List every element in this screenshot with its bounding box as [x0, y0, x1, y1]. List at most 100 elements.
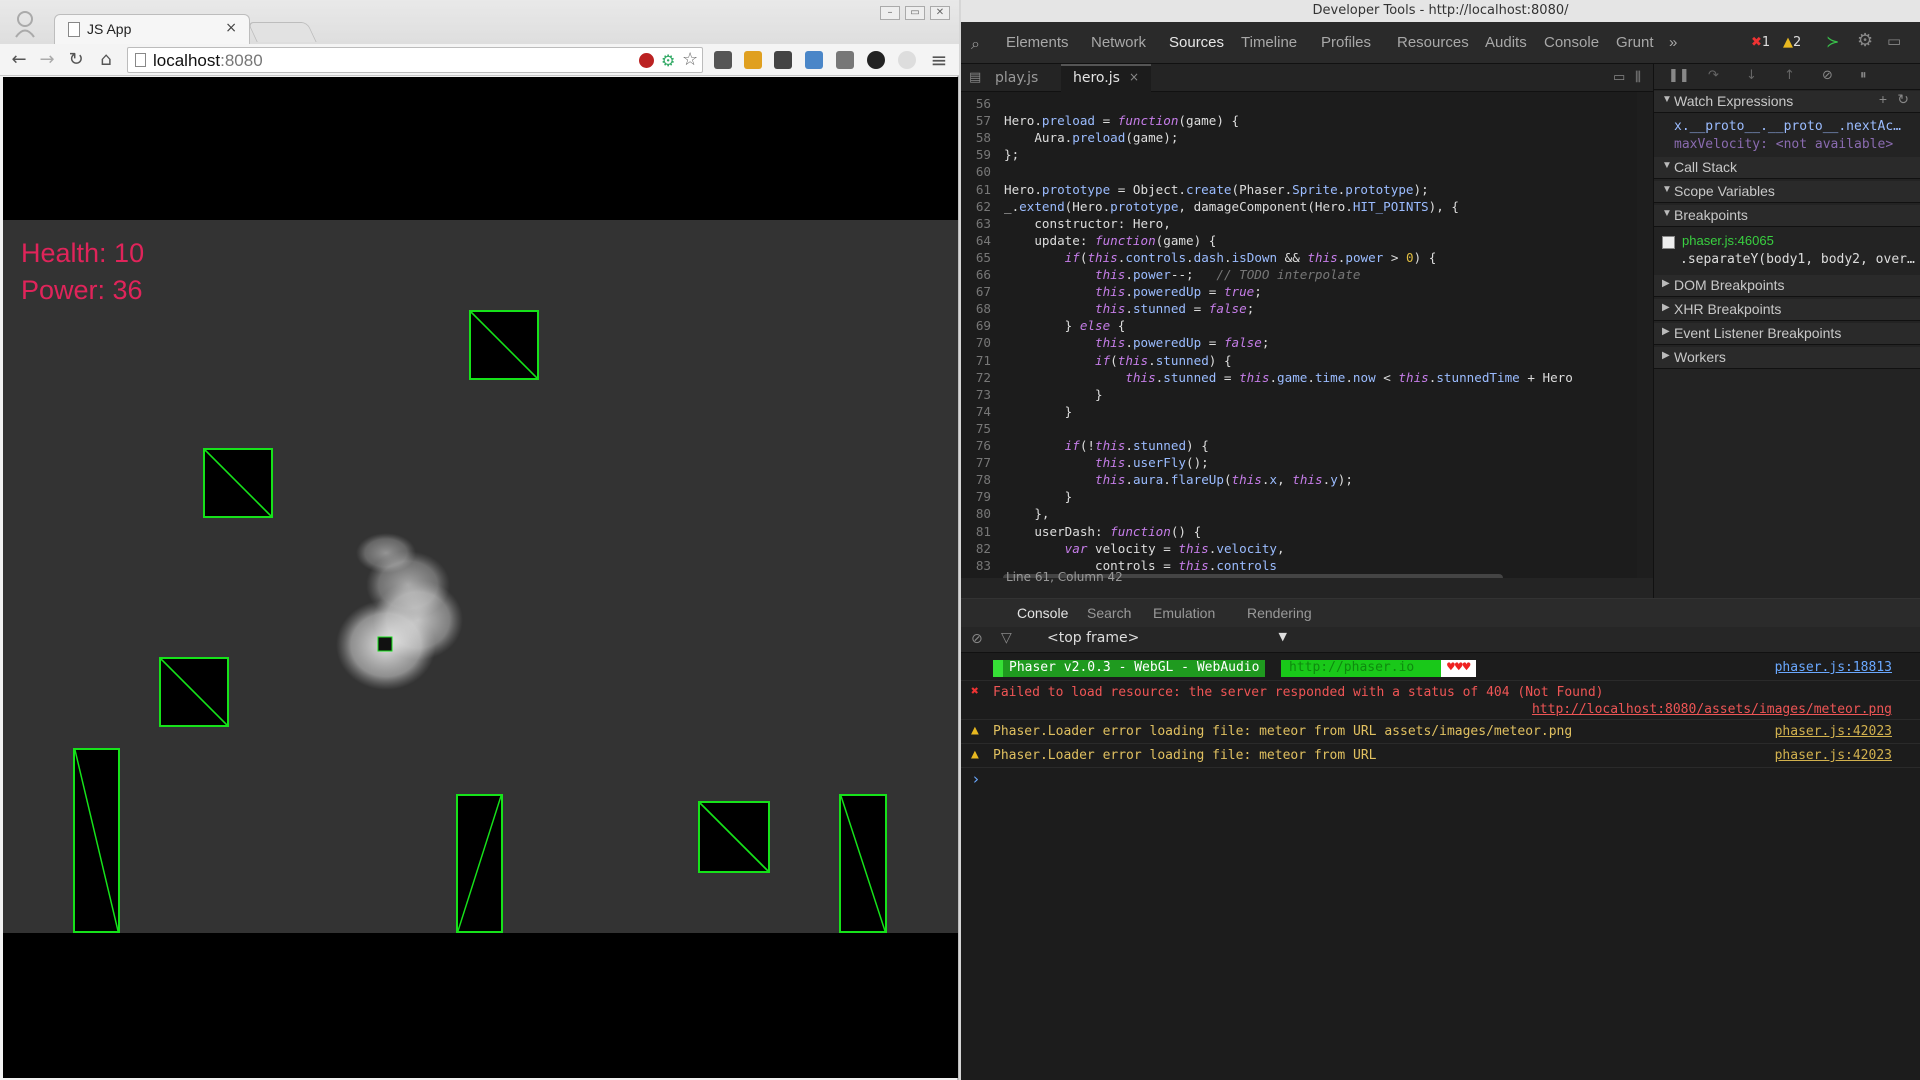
forward-arrow-icon[interactable]: → [36, 49, 58, 71]
star-bookmark-icon[interactable]: ☆ [682, 49, 698, 70]
circle-extension-icon[interactable] [867, 51, 885, 69]
tab-sources[interactable]: Sources [1169, 34, 1224, 51]
event-listener-breakpoints-header[interactable]: ▶ Event Listener Breakpoints [1654, 323, 1920, 345]
line-number[interactable]: 56 [961, 96, 991, 111]
line-number[interactable]: 70 [961, 335, 991, 350]
navigator-toggle-icon[interactable]: ▤ [969, 70, 981, 85]
console-toggle-icon[interactable]: ≻ [1826, 32, 1839, 51]
tab-close-icon[interactable]: × [1129, 70, 1139, 84]
line-number[interactable]: 80 [961, 506, 991, 521]
close-window-button[interactable]: ✕ [930, 6, 950, 20]
minimize-button[interactable]: – [880, 6, 900, 20]
line-number[interactable]: 79 [961, 489, 991, 504]
line-number[interactable]: 57 [961, 113, 991, 128]
error-count[interactable]: ✖1 [1751, 35, 1770, 50]
line-number[interactable]: 58 [961, 130, 991, 145]
console-prompt[interactable]: › [973, 770, 979, 788]
tab-audits[interactable]: Audits [1485, 34, 1527, 51]
watch-item[interactable]: maxVelocity: <not available> [1674, 137, 1893, 152]
line-number[interactable]: 65 [961, 250, 991, 265]
menu-icon[interactable]: ≡ [928, 49, 950, 71]
more-tabs-icon[interactable]: » [1669, 34, 1677, 51]
warning-count[interactable]: ▲2 [1783, 35, 1801, 50]
shield-extension-icon[interactable] [714, 51, 732, 69]
line-number[interactable]: 66 [961, 267, 991, 282]
drawer-tab-search[interactable]: Search [1087, 605, 1131, 621]
c-extension-icon[interactable] [898, 51, 916, 69]
source-link[interactable]: phaser.js:18813 [1775, 660, 1892, 675]
lock-extension-icon[interactable] [805, 51, 823, 69]
clear-console-icon[interactable]: ⊘ [971, 631, 983, 647]
line-number[interactable]: 69 [961, 318, 991, 333]
frame-select[interactable]: <top frame> ▼ [1047, 630, 1287, 650]
tab-console[interactable]: Console [1544, 34, 1599, 51]
line-number[interactable]: 78 [961, 472, 991, 487]
source-link[interactable]: phaser.js:42023 [1775, 748, 1892, 763]
tab-timeline[interactable]: Timeline [1241, 34, 1297, 51]
maximize-button[interactable]: ▭ [905, 6, 925, 20]
back-arrow-icon[interactable]: ← [8, 49, 30, 71]
home-icon[interactable]: ⌂ [95, 49, 117, 71]
line-number[interactable]: 61 [961, 182, 991, 197]
code-editor[interactable]: 56 57 Hero.preload = function(game) {58 Au… [961, 92, 1637, 578]
breakpoints-header[interactable]: ▼ Breakpoints [1654, 205, 1920, 227]
drawer-tab-emulation[interactable]: Emulation [1153, 605, 1215, 621]
blocked-icon[interactable] [639, 53, 654, 68]
tab-close-icon[interactable]: × [225, 20, 237, 36]
search-icon[interactable]: ⌕ [971, 34, 980, 54]
line-number[interactable]: 83 [961, 558, 991, 573]
workers-header[interactable]: ▶ Workers [1654, 347, 1920, 369]
watch-expressions-header[interactable]: ▼ Watch Expressions + ↻ [1654, 91, 1920, 113]
reload-icon[interactable]: ↻ [65, 49, 87, 71]
tab-elements[interactable]: Elements [1006, 34, 1069, 51]
pause-on-exceptions-icon[interactable]: ⏸ [1860, 68, 1867, 83]
extension-icon[interactable]: ⚙ [661, 51, 675, 70]
tab-profiles[interactable]: Profiles [1321, 34, 1371, 51]
step-out-icon[interactable]: ↑ [1784, 68, 1795, 83]
step-into-icon[interactable]: ↓ [1746, 68, 1757, 83]
line-number[interactable]: 64 [961, 233, 991, 248]
breakpoint-location[interactable]: phaser.js:46065 [1682, 233, 1774, 248]
ghost-extension-icon[interactable] [774, 51, 792, 69]
folder-extension-icon[interactable] [744, 51, 762, 69]
game-canvas[interactable]: Health: 10 Power: 36 [3, 220, 958, 933]
call-stack-header[interactable]: ▼ Call Stack [1654, 157, 1920, 179]
deactivate-breakpoints-icon[interactable]: ⊘ [1822, 68, 1833, 83]
profile-avatar-icon[interactable] [14, 10, 36, 38]
dom-breakpoints-header[interactable]: ▶ DOM Breakpoints [1654, 275, 1920, 297]
browser-tab-js-app[interactable]: JS App × [54, 14, 250, 44]
dock-icon[interactable]: ▭ [1887, 32, 1901, 50]
file-tab-play[interactable]: play.js [995, 70, 1038, 86]
line-number[interactable]: 68 [961, 301, 991, 316]
line-number[interactable]: 81 [961, 524, 991, 539]
step-over-icon[interactable]: ↷ [1708, 68, 1719, 83]
line-number[interactable]: 71 [961, 353, 991, 368]
scope-variables-header[interactable]: ▼ Scope Variables [1654, 181, 1920, 203]
tab-grunt[interactable]: Grunt [1616, 34, 1654, 51]
line-number[interactable]: 60 [961, 164, 991, 179]
pretty-print-icon[interactable]: ▭ [1613, 70, 1625, 85]
line-number[interactable]: 82 [961, 541, 991, 556]
line-number[interactable]: 77 [961, 455, 991, 470]
filter-icon[interactable]: ▽ [1001, 630, 1012, 646]
xhr-breakpoints-header[interactable]: ▶ XHR Breakpoints [1654, 299, 1920, 321]
source-link[interactable]: phaser.js:42023 [1775, 724, 1892, 739]
line-number[interactable]: 76 [961, 438, 991, 453]
qr-extension-icon[interactable] [836, 51, 854, 69]
watch-item[interactable]: x.__proto__.__proto__.nextAc… [1674, 119, 1901, 134]
gear-icon[interactable]: ⚙ [1857, 30, 1873, 51]
drawer-tab-console[interactable]: Console [1017, 605, 1068, 621]
debugger-toggle-icon[interactable]: ⫼ [1635, 70, 1641, 85]
line-number[interactable]: 67 [961, 284, 991, 299]
line-number[interactable]: 59 [961, 147, 991, 162]
line-number[interactable]: 74 [961, 404, 991, 419]
pause-icon[interactable]: ❚❚ [1668, 68, 1690, 83]
tab-resources[interactable]: Resources [1397, 34, 1469, 51]
line-number[interactable]: 72 [961, 370, 991, 385]
line-number[interactable]: 75 [961, 421, 991, 436]
error-url-link[interactable]: http://localhost:8080/assets/images/mete… [1532, 702, 1892, 717]
breakpoint-checkbox[interactable] [1662, 236, 1675, 249]
file-tab-hero-active[interactable]: hero.js × [1061, 64, 1151, 92]
tab-network[interactable]: Network [1091, 34, 1146, 51]
new-tab-button[interactable] [247, 22, 317, 42]
